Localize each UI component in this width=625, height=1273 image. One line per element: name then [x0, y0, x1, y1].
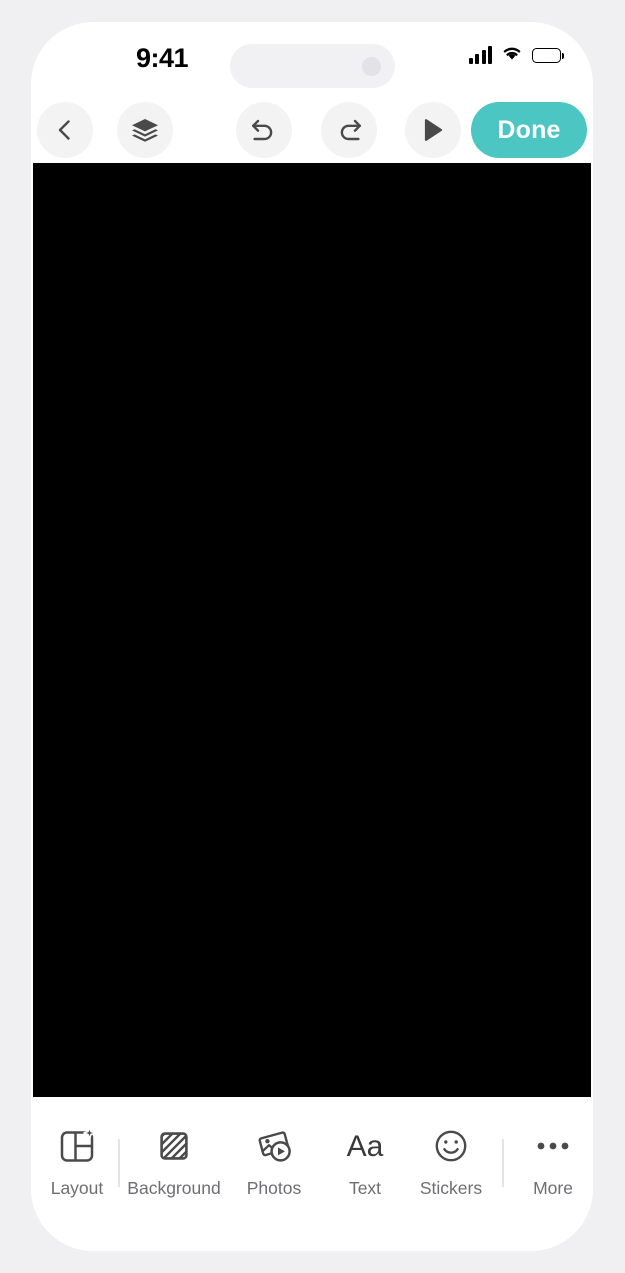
editor-bottom-toolbar: Layout Background Photos Aa Text Sticker…: [31, 1097, 593, 1251]
back-button[interactable]: [37, 102, 93, 158]
photo-play-icon: [253, 1121, 295, 1171]
phone-frame: 9:41 Done Layout Background Photos Aa Te…: [31, 22, 593, 1251]
layers-icon: [132, 119, 158, 142]
diagonal-hatch-square-icon: [153, 1121, 195, 1171]
status-bar-clock: 9:41: [135, 43, 189, 73]
cellular-signal-icon: [468, 46, 492, 64]
bottom-tool-background[interactable]: Background: [127, 1121, 221, 1213]
text-aa-icon: Aa: [339, 1121, 391, 1171]
ellipsis-icon: [532, 1121, 574, 1171]
battery-full-icon: [532, 47, 564, 63]
bottom-tool-label: Background: [127, 1178, 221, 1198]
dynamic-island: [230, 44, 395, 88]
toolbar-divider: [502, 1139, 504, 1187]
status-bar-icons: [468, 44, 564, 66]
front-camera-lens: [362, 57, 381, 76]
bottom-tool-label: Text: [348, 1178, 382, 1198]
done-button[interactable]: Done: [471, 102, 587, 158]
undo-icon: [252, 119, 273, 141]
wifi-icon: [501, 44, 523, 66]
bottom-tool-label: Photos: [246, 1178, 302, 1198]
back-chevron-icon: [58, 120, 70, 140]
bottom-tool-stickers[interactable]: Stickers: [405, 1121, 497, 1213]
status-bar: 9:41: [31, 22, 593, 97]
bottom-tool-more[interactable]: More: [507, 1121, 593, 1213]
done-button-label: Done: [497, 115, 561, 144]
layers-button[interactable]: [117, 102, 173, 158]
redo-icon: [340, 119, 361, 141]
editor-canvas[interactable]: [33, 163, 591, 1097]
play-preview-button[interactable]: [405, 102, 461, 158]
undo-button[interactable]: [236, 102, 292, 158]
svg-text:Aa: Aa: [347, 1130, 384, 1163]
bottom-tool-label: Layout: [50, 1178, 104, 1198]
redo-button[interactable]: [321, 102, 377, 158]
bottom-tool-text[interactable]: Aa Text: [319, 1121, 411, 1213]
bottom-tool-label: Stickers: [419, 1178, 483, 1198]
bottom-tool-layout[interactable]: Layout: [31, 1121, 123, 1213]
layout-grid-sparkle-icon: [56, 1121, 98, 1171]
smiley-face-icon: [430, 1121, 472, 1171]
bottom-tool-label: More: [533, 1178, 573, 1198]
play-icon: [424, 119, 443, 141]
bottom-tool-photos[interactable]: Photos: [228, 1121, 320, 1213]
editor-top-toolbar: Done: [31, 97, 593, 163]
